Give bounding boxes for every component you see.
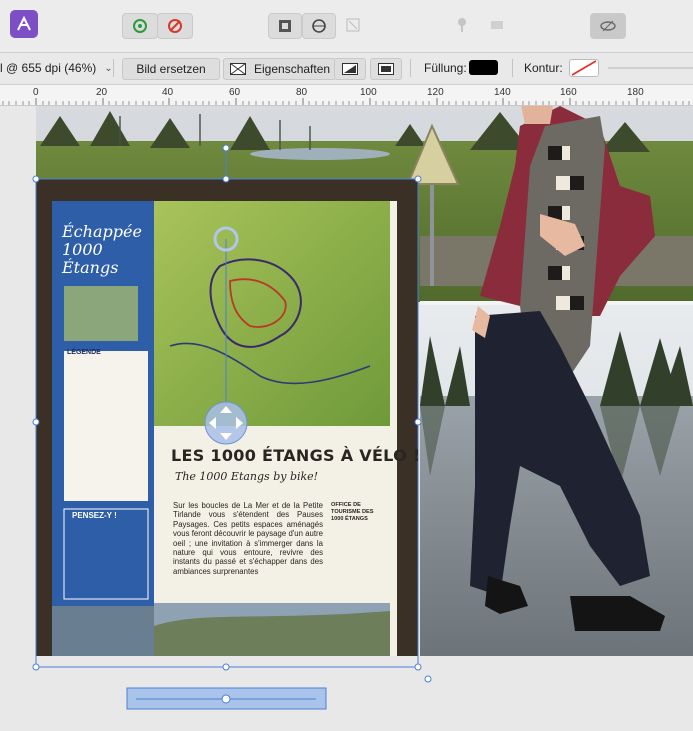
- layer-icon[interactable]: [486, 13, 508, 37]
- context-toolbar: l @ 655 dpi (46%) ⌄ Bild ersetzen Eigens…: [0, 53, 693, 85]
- ruler-tick-80: 80: [296, 87, 308, 98]
- stroke-label: Kontur:: [524, 61, 563, 75]
- crop-icon[interactable]: [334, 58, 366, 80]
- dpi-dropdown[interactable]: l @ 655 dpi (46%) ⌄: [0, 58, 113, 78]
- sign-office-label: OFFICE DE TOURISME DES 1000 ÉTANGS: [331, 502, 374, 522]
- sign-brand-bottom: 1000 Étangs: [62, 240, 119, 277]
- ruler-tick-60: 60: [229, 87, 241, 98]
- ruler-tick-180: 180: [627, 87, 644, 98]
- properties-label: Eigenschaften: [254, 62, 331, 76]
- group-icon[interactable]: [340, 13, 366, 37]
- ruler-tick-0: 0: [33, 87, 39, 98]
- document-canvas[interactable]: Échappée 1000 Étangs LÉGENDE PENSEZ-Y ! …: [0, 106, 693, 731]
- sign-legend-label: LÉGENDE: [67, 349, 101, 356]
- dpi-label: l @ 655 dpi (46%): [0, 61, 97, 75]
- stroke-swatch[interactable]: [569, 59, 599, 77]
- properties-icon: [230, 63, 246, 75]
- fit-frame-icon[interactable]: [370, 58, 402, 80]
- fill-label: Füllung:: [424, 61, 467, 75]
- ruler-tick-160: 160: [560, 87, 577, 98]
- horizontal-ruler: 0 20 40 60 80 100 120 140 160 180: [0, 85, 693, 106]
- chevron-down-icon: ⌄: [104, 62, 113, 74]
- align-center-icon[interactable]: [302, 13, 336, 39]
- no-snapping-icon[interactable]: [157, 13, 193, 39]
- ruler-tick-100: 100: [360, 87, 377, 98]
- ruler-tick-40: 40: [162, 87, 174, 98]
- fill-swatch[interactable]: [469, 60, 498, 75]
- pin-icon[interactable]: [452, 13, 472, 37]
- snapping-gear-icon[interactable]: [122, 13, 158, 39]
- arrange-front-icon[interactable]: [268, 13, 302, 39]
- sign-pensez-label: PENSEZ-Y !: [72, 511, 117, 520]
- affinity-photo-icon[interactable]: [10, 10, 38, 38]
- view-toggle-icon[interactable]: [590, 13, 626, 39]
- sign-brand-top: Échappée: [62, 222, 142, 241]
- sign-headline: LES 1000 ÉTANGS À VÉLO !: [171, 446, 421, 465]
- ruler-tick-120: 120: [427, 87, 444, 98]
- main-toolbar: [0, 0, 693, 53]
- ruler-tick-20: 20: [96, 87, 108, 98]
- sign-brand: Échappée 1000 Étangs: [62, 223, 148, 277]
- composition-artwork: [32, 106, 693, 710]
- ruler-tick-140: 140: [494, 87, 511, 98]
- sign-body-text: Sur les boucles de La Mer et de la Petit…: [173, 501, 323, 576]
- replace-image-button[interactable]: Bild ersetzen: [122, 58, 220, 80]
- sign-subheadline: The 1000 Etangs by bike!: [175, 470, 319, 483]
- affinity-window: l @ 655 dpi (46%) ⌄ Bild ersetzen Eigens…: [0, 0, 693, 731]
- replace-image-label: Bild ersetzen: [136, 62, 206, 76]
- stroke-width-slider[interactable]: [608, 67, 693, 69]
- properties-button[interactable]: Eigenschaften: [223, 58, 336, 80]
